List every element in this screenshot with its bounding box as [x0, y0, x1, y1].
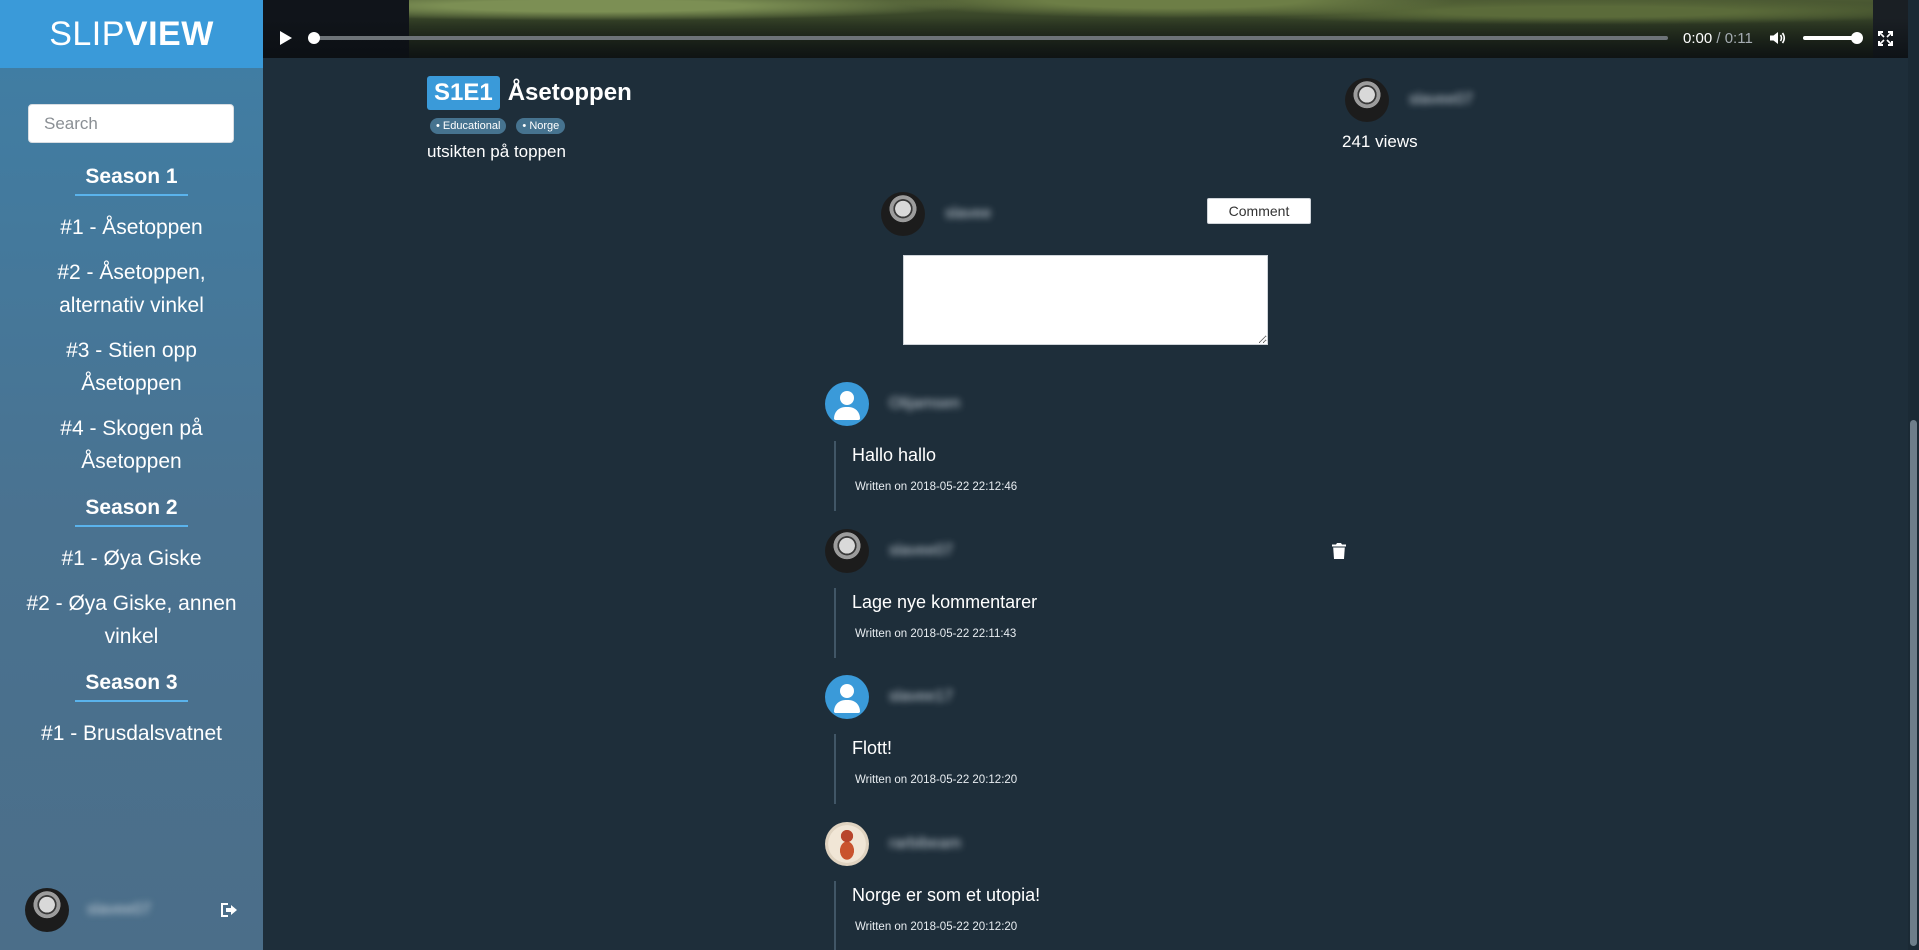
comment-textarea[interactable]: [903, 255, 1268, 345]
duration: 0:11: [1724, 29, 1753, 47]
page-scrollbar[interactable]: [1908, 0, 1919, 950]
username: slavee: [945, 205, 992, 222]
comment-form-header: slavee Comment: [881, 192, 1311, 236]
comment-author[interactable]: slavee17: [825, 675, 1365, 719]
comment-author[interactable]: Olijamsen: [825, 382, 1365, 426]
comment-item: slavee17 Flott! Written on 2018-05-22 20…: [825, 675, 1365, 822]
comment-text: Flott!: [852, 738, 893, 758]
user-icon[interactable]: [825, 675, 869, 719]
sidebar-episode-link[interactable]: #2 - Øya Giske, annen vinkel: [0, 587, 263, 653]
time-separator: /: [1716, 29, 1721, 47]
sidebar-episode-link[interactable]: #1 - Brusdalsvatnet: [0, 717, 263, 750]
season-heading: Season 2: [0, 496, 263, 527]
season-1: Season 1 #1 - Åsetoppen #2 - Åsetoppen, …: [0, 165, 263, 478]
episode-header: S1E1 Åsetoppen • Educational • Norge uts…: [427, 76, 632, 162]
avatar: [881, 192, 925, 236]
username[interactable]: slavee07: [1409, 91, 1473, 109]
username[interactable]: slavee07: [87, 901, 218, 919]
sidebar-episode-link[interactable]: #1 - Åsetoppen: [0, 211, 263, 244]
main-content: 0:00 / 0:11 S1E1 Åsetoppen • Educational…: [263, 0, 1919, 950]
current-time: 0:00: [1683, 29, 1713, 47]
avatar[interactable]: [1345, 78, 1389, 122]
comment-text: Lage nye kommentarer: [852, 591, 1038, 612]
sidebar-episode-link[interactable]: #3 - Stien opp Åsetoppen: [0, 334, 263, 400]
comment-body: Hallo hallo Written on 2018-05-22 22:12:…: [834, 441, 1365, 511]
comment-item: rarbibeam Norge er som et utopia! Writte…: [825, 821, 1365, 950]
volume-thumb[interactable]: [1850, 32, 1863, 44]
avatar[interactable]: [825, 528, 869, 573]
search-input[interactable]: [28, 104, 234, 143]
brand-logo[interactable]: SLIP VIEW: [0, 0, 263, 68]
episode-description: utsikten på toppen: [427, 142, 566, 161]
comment-date: Written on 2018-05-22 22:11:43: [855, 627, 1017, 640]
sidebar-episode-link[interactable]: #1 - Øya Giske: [0, 542, 263, 575]
comment-author[interactable]: rarbibeam: [825, 821, 1365, 866]
comment-item: Olijamsen Hallo hallo Written on 2018-05…: [825, 382, 1365, 529]
avatar[interactable]: [25, 888, 69, 932]
comment-date: Written on 2018-05-22 20:12:20: [855, 920, 1018, 933]
view-count: 241 views: [1342, 132, 1418, 151]
tag-list: • Educational • Norge: [427, 118, 632, 134]
brand-logo-light: SLIP: [49, 14, 125, 53]
episode-title: S1E1 Åsetoppen: [427, 76, 632, 110]
comment-form: slavee Comment: [881, 192, 1311, 347]
username[interactable]: Olijamsen: [889, 395, 960, 413]
logout-icon[interactable]: [218, 901, 238, 919]
scrollbar-thumb[interactable]: [1910, 420, 1917, 946]
video-controls: 0:00 / 0:11: [263, 18, 1919, 58]
username[interactable]: slavee17: [889, 688, 953, 706]
uploader-info: slavee07 241 views: [1342, 78, 1495, 152]
season-heading: Season 1: [0, 165, 263, 196]
comment-body: Flott! Written on 2018-05-22 20:12:20: [834, 734, 1365, 804]
episode-name: Åsetoppen: [507, 79, 632, 106]
comment-date: Written on 2018-05-22 22:12:46: [855, 481, 1018, 493]
comment-item: slavee07 Lage nye kommentarer Written on…: [825, 528, 1365, 676]
season-heading: Season 3: [0, 671, 263, 702]
fullscreen-icon[interactable]: [1877, 30, 1893, 46]
sidebar-episode-link[interactable]: #4 - Skogen på Åsetoppen: [0, 412, 263, 478]
season-2: Season 2 #1 - Øya Giske #2 - Øya Giske, …: [0, 496, 263, 653]
user-icon[interactable]: [825, 382, 869, 426]
comment-date: Written on 2018-05-22 20:12:20: [855, 774, 1018, 786]
tag-badge[interactable]: • Norge: [516, 118, 566, 134]
play-icon[interactable]: [279, 30, 293, 46]
comment-text: Norge er som et utopia!: [852, 884, 1041, 905]
seek-thumb[interactable]: [308, 32, 320, 44]
sidebar: SLIPVIEW Season 1 #1 - Åsetoppen #2 - Ås…: [0, 0, 263, 950]
episode-code-badge: S1E1: [427, 76, 500, 110]
seek-bar[interactable]: [308, 32, 1668, 44]
sidebar-episode-link[interactable]: #2 - Åsetoppen, alternativ vinkel: [0, 256, 263, 322]
comment-body: Lage nye kommentarer Written on 2018-05-…: [834, 587, 1365, 658]
avatar[interactable]: [825, 821, 869, 866]
volume-icon[interactable]: [1769, 31, 1786, 45]
search-container: [0, 68, 263, 143]
comment-body: Norge er som et utopia! Written on 2018-…: [834, 880, 1365, 950]
comment-list: Olijamsen Hallo hallo Written on 2018-05…: [825, 382, 1365, 950]
username[interactable]: rarbibeam: [889, 835, 961, 853]
username[interactable]: slavee07: [889, 542, 953, 560]
comment-button[interactable]: Comment: [1207, 198, 1311, 224]
trash-icon[interactable]: [1332, 542, 1346, 560]
video-player[interactable]: 0:00 / 0:11: [263, 0, 1919, 58]
volume-slider[interactable]: [1802, 32, 1863, 44]
comment-author[interactable]: slavee07: [825, 528, 1365, 573]
comment-text: Hallo hallo: [852, 445, 937, 465]
time-display: 0:00 / 0:11: [1683, 30, 1753, 47]
season-3: Season 3 #1 - Brusdalsvatnet: [0, 671, 263, 750]
uploader-profile[interactable]: slavee07: [1345, 78, 1495, 122]
sidebar-footer: slavee07: [0, 870, 263, 950]
tag-badge[interactable]: • Educational: [430, 118, 507, 134]
brand-logo-bold: VIEW: [124, 14, 214, 53]
